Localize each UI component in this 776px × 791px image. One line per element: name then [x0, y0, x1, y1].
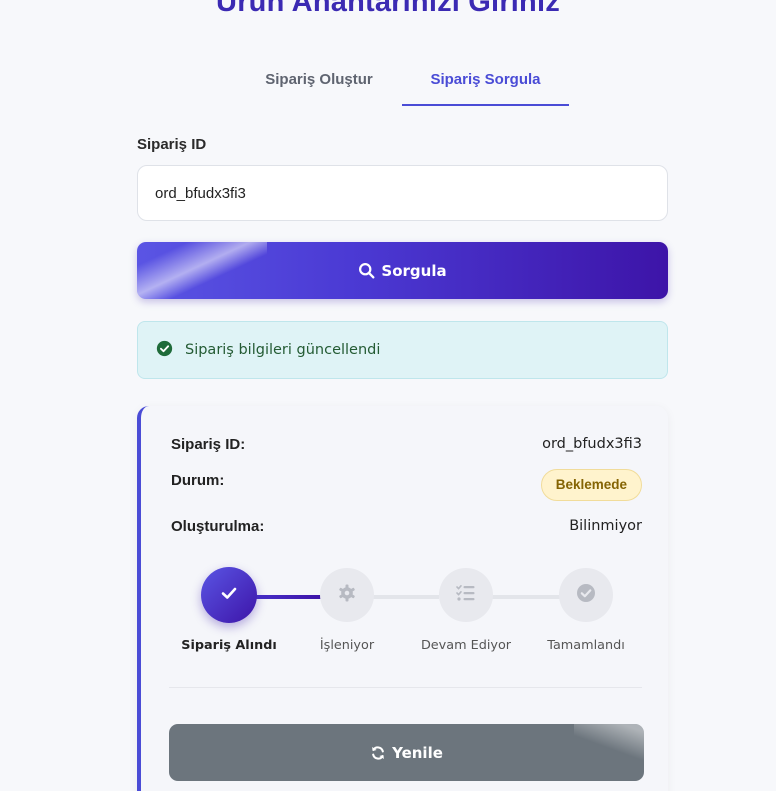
refresh-icon — [370, 745, 386, 761]
button-shine — [137, 242, 267, 299]
detail-created-value: Bilinmiyor — [569, 518, 642, 534]
detail-status-label: Durum: — [171, 472, 225, 489]
page: Ürün Anahtarınızı Giriniz Sipariş Oluştu… — [0, 0, 776, 791]
check-circle-icon — [576, 583, 596, 608]
order-id-label: Sipariş ID — [137, 136, 207, 153]
detail-created-label: Oluşturulma: — [171, 518, 265, 535]
refresh-button-label: Yenile — [392, 743, 443, 762]
step-processing-circle — [320, 568, 374, 622]
step-received-circle — [201, 567, 257, 623]
step-ongoing-circle — [439, 568, 493, 622]
search-icon — [358, 262, 375, 279]
detail-order-id-value: ord_bfudx3fi3 — [542, 436, 642, 452]
page-title: Ürün Anahtarınızı Giriniz — [216, 0, 560, 18]
order-details-card: Sipariş ID: ord_bfudx3fi3 Durum: Bekleme… — [137, 406, 668, 791]
success-alert: Sipariş bilgileri güncellendi — [137, 321, 668, 379]
step-label: Sipariş Alındı — [181, 638, 277, 653]
step-label: Tamamlandı — [547, 638, 625, 653]
refresh-button[interactable]: Yenile — [169, 724, 644, 781]
list-check-icon — [455, 583, 477, 608]
tab-create-order[interactable]: Sipariş Oluştur — [246, 66, 392, 106]
alert-message: Sipariş bilgileri güncellendi — [185, 342, 381, 358]
progress-steps: Sipariş Alındı İşleniyor Devam Ediyor Ta… — [141, 566, 672, 661]
tab-bar: Sipariş Oluştur Sipariş Sorgula — [0, 66, 776, 106]
order-id-input[interactable] — [137, 165, 668, 221]
gear-icon — [337, 583, 357, 608]
card-divider — [169, 687, 642, 688]
step-completed-circle — [559, 568, 613, 622]
query-button[interactable]: Sorgula — [137, 242, 668, 299]
detail-order-id-label: Sipariş ID: — [171, 436, 246, 453]
button-shine — [574, 724, 644, 781]
query-button-label: Sorgula — [381, 261, 447, 280]
status-badge: Beklemede — [540, 469, 642, 501]
tab-query-order[interactable]: Sipariş Sorgula — [402, 66, 569, 106]
step-label: Devam Ediyor — [420, 638, 512, 653]
check-icon — [219, 583, 239, 608]
step-label: İşleniyor — [319, 638, 375, 653]
check-circle-icon — [156, 340, 173, 361]
